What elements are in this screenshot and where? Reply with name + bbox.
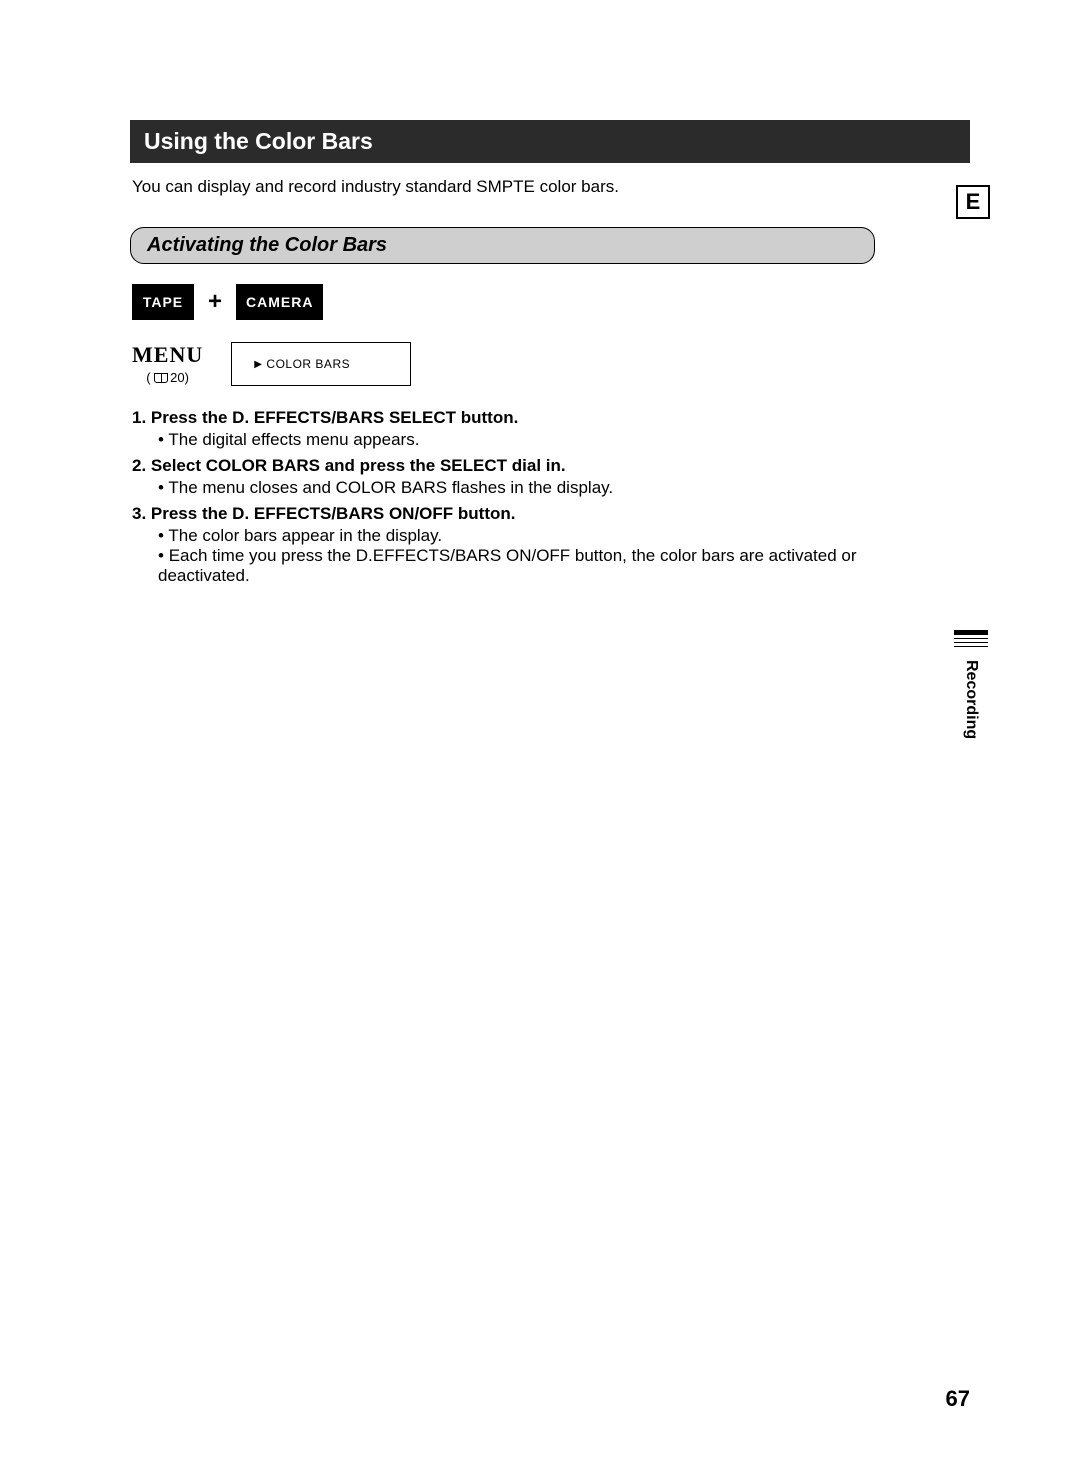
- tape-mode-badge: TAPE: [132, 284, 194, 320]
- menu-item-box: ▶ COLOR BARS: [231, 342, 411, 386]
- language-badge: E: [956, 185, 990, 219]
- step-bullet: The menu closes and COLOR BARS flashes i…: [158, 478, 892, 498]
- step-title: 1. Press the D. EFFECTS/BARS SELECT butt…: [132, 408, 892, 428]
- step-title: 2. Select COLOR BARS and press the SELEC…: [132, 456, 892, 476]
- step-1: 1. Press the D. EFFECTS/BARS SELECT butt…: [132, 408, 892, 450]
- step-title: 3. Press the D. EFFECTS/BARS ON/OFF butt…: [132, 504, 892, 524]
- menu-page-ref: ( 20): [132, 370, 203, 385]
- book-icon: [154, 373, 168, 383]
- step-bullet: The color bars appear in the display.: [158, 526, 892, 546]
- step-2: 2. Select COLOR BARS and press the SELEC…: [132, 456, 892, 498]
- chapter-label: Recording: [962, 660, 980, 739]
- mode-indicator-row: TAPE + CAMERA: [132, 284, 970, 320]
- menu-label: MENU: [132, 342, 203, 368]
- page-title: Using the Color Bars: [130, 120, 970, 163]
- steps-list: 1. Press the D. EFFECTS/BARS SELECT butt…: [132, 408, 892, 586]
- manual-page: Using the Color Bars You can display and…: [0, 0, 1080, 1472]
- menu-ref-num: 20: [170, 370, 184, 385]
- step-bullet: The digital effects menu appears.: [158, 430, 892, 450]
- step-3: 3. Press the D. EFFECTS/BARS ON/OFF butt…: [132, 504, 892, 586]
- chapter-tab: Recording: [954, 630, 988, 739]
- menu-row: MENU ( 20) ▶ COLOR BARS: [132, 342, 970, 386]
- section-header: Activating the Color Bars: [130, 227, 875, 264]
- intro-text: You can display and record industry stan…: [130, 177, 970, 197]
- step-bullet: Each time you press the D.EFFECTS/BARS O…: [158, 546, 892, 586]
- page-number: 67: [946, 1386, 970, 1412]
- camera-mode-badge: CAMERA: [236, 284, 323, 320]
- plus-icon: +: [208, 288, 222, 316]
- menu-item-label: COLOR BARS: [266, 357, 350, 371]
- tab-lines-icon: [954, 630, 988, 650]
- play-triangle-icon: ▶: [254, 359, 262, 370]
- menu-block: MENU ( 20): [132, 342, 203, 385]
